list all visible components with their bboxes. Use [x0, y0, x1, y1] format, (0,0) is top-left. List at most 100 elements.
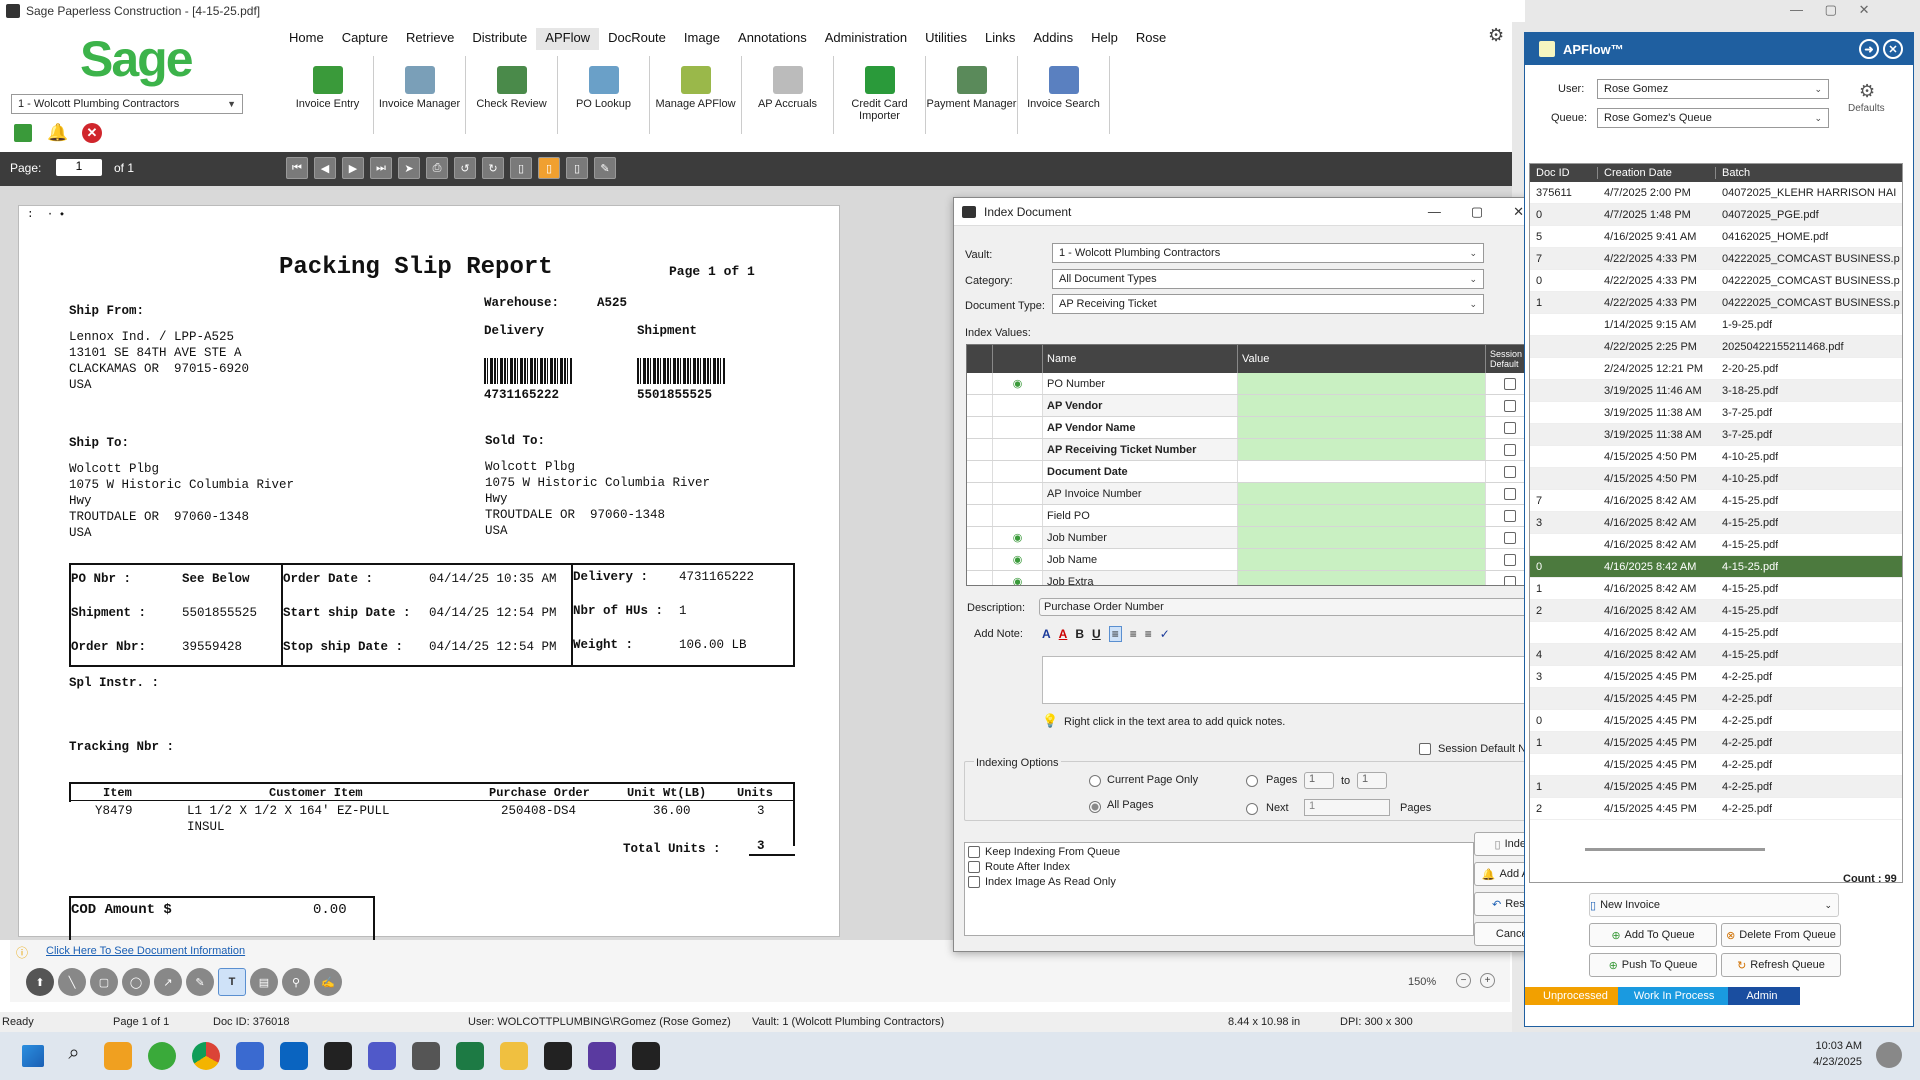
menu-administration[interactable]: Administration	[816, 28, 916, 50]
queue-row[interactable]: 4/15/2025 4:45 PM 4-2-25.pdf	[1530, 754, 1902, 776]
ribbon-payment-manager-button[interactable]: Payment Manager	[926, 56, 1018, 134]
align-right-icon[interactable]: ≡	[1145, 627, 1152, 641]
index-row[interactable]: Field PO	[967, 505, 1555, 527]
queue-row[interactable]: 1 4/15/2025 4:45 PM 4-2-25.pdf	[1530, 732, 1902, 754]
refresh-queue-button[interactable]: ↻ Refresh Queue	[1721, 953, 1841, 977]
row-selector[interactable]	[967, 373, 993, 394]
next-radio[interactable]	[1246, 803, 1258, 815]
session-default-checkbox[interactable]	[1503, 377, 1516, 390]
queue-row[interactable]: 5 4/16/2025 9:41 AM 04162025_HOME.pdf	[1530, 226, 1902, 248]
outlook-icon[interactable]	[280, 1042, 308, 1070]
index-row[interactable]: AP Vendor	[967, 395, 1555, 417]
queue-row[interactable]: 4 4/16/2025 8:42 AM 4-15-25.pdf	[1530, 644, 1902, 666]
ribbon-ap-accruals-button[interactable]: AP Accruals	[742, 56, 834, 134]
ribbon-invoice-manager-button[interactable]: Invoice Manager	[374, 56, 466, 134]
queue-row[interactable]: 3/19/2025 11:46 AM 3-18-25.pdf	[1530, 380, 1902, 402]
row-selector[interactable]	[967, 571, 993, 585]
save-icon[interactable]	[14, 124, 32, 142]
excel-icon[interactable]	[456, 1042, 484, 1070]
session-default-checkbox[interactable]	[1503, 553, 1516, 566]
next-page-icon[interactable]: ▶	[342, 157, 364, 179]
queue-row[interactable]: 4/16/2025 8:42 AM 4-15-25.pdf	[1530, 622, 1902, 644]
weather-icon[interactable]	[1876, 1042, 1902, 1068]
defaults-label[interactable]: Defaults	[1848, 103, 1885, 114]
session-default-notes-checkbox[interactable]	[1419, 743, 1431, 755]
session-default-checkbox[interactable]	[1503, 575, 1516, 585]
sage-paperless-icon[interactable]	[544, 1042, 572, 1070]
menu-links[interactable]: Links	[976, 28, 1024, 50]
session-default-checkbox[interactable]	[1503, 531, 1516, 544]
queue-row[interactable]: 4/15/2025 4:45 PM 4-2-25.pdf	[1530, 688, 1902, 710]
first-page-icon[interactable]: ⏮	[286, 157, 308, 179]
highlighter-tool-icon[interactable]: ✎	[186, 968, 214, 996]
session-default-checkbox[interactable]	[1503, 487, 1516, 500]
prev-page-icon[interactable]: ◀	[314, 157, 336, 179]
menu-docroute[interactable]: DocRoute	[599, 28, 675, 50]
index-row[interactable]: ◉ Job Number	[967, 527, 1555, 549]
ribbon-invoice-entry-button[interactable]: Invoice Entry	[282, 56, 374, 134]
queue-row[interactable]: 2 4/15/2025 4:45 PM 4-2-25.pdf	[1530, 798, 1902, 820]
rotate-left-icon[interactable]: ↺	[454, 157, 476, 179]
dlg-vault-select[interactable]: 1 - Wolcott Plumbing Contractors ⌄	[1052, 243, 1484, 263]
row-selector[interactable]	[967, 395, 993, 416]
vault-dropdown[interactable]: 1 - Wolcott Plumbing Contractors ▼	[11, 94, 243, 114]
ap-user-select[interactable]: Rose Gomez ⌄	[1597, 79, 1829, 99]
index-field-value[interactable]	[1237, 483, 1485, 504]
taskbar-app-icon[interactable]	[104, 1042, 132, 1070]
session-default-checkbox[interactable]	[1503, 509, 1516, 522]
page-add-icon[interactable]: ▯	[566, 157, 588, 179]
next-pages-stepper[interactable]: 1	[1304, 799, 1390, 816]
queue-row[interactable]: 3/19/2025 11:38 AM 3-7-25.pdf	[1530, 402, 1902, 424]
menu-distribute[interactable]: Distribute	[463, 28, 536, 50]
adobe-icon[interactable]	[632, 1042, 660, 1070]
new-invoice-dropdown[interactable]: ▯ New Invoice ⌄	[1589, 893, 1839, 917]
index-field-value[interactable]	[1237, 505, 1485, 526]
align-center-icon[interactable]: ≡	[1130, 627, 1137, 641]
document-info-link[interactable]: Click Here To See Document Information	[46, 945, 245, 957]
queue-row[interactable]: 3 4/15/2025 4:45 PM 4-2-25.pdf	[1530, 666, 1902, 688]
apflow-close-icon[interactable]: ✕	[1883, 39, 1903, 59]
delete-from-queue-button[interactable]: ⊗ Delete From Queue	[1721, 923, 1841, 947]
defaults-gear-icon[interactable]: ⚙	[1859, 81, 1875, 102]
queue-row[interactable]: 7 4/16/2025 8:42 AM 4-15-25.pdf	[1530, 490, 1902, 512]
pages-from-input[interactable]: 1	[1304, 772, 1334, 789]
file-explorer-icon[interactable]	[500, 1042, 528, 1070]
row-selector[interactable]	[967, 461, 993, 482]
ribbon-po-lookup-button[interactable]: PO Lookup	[558, 56, 650, 134]
stamp-tool-icon[interactable]: ⚲	[282, 968, 310, 996]
ribbon-invoice-search-button[interactable]: Invoice Search	[1018, 56, 1110, 134]
queue-row[interactable]: 0 4/7/2025 1:48 PM 04072025_PGE.pdf	[1530, 204, 1902, 226]
row-selector[interactable]	[967, 483, 993, 504]
spellcheck-icon[interactable]: ✓	[1160, 627, 1170, 641]
align-left-icon[interactable]: ≡	[1108, 626, 1122, 642]
font-color-icon[interactable]: A	[1059, 627, 1068, 641]
ribbon-check-review-button[interactable]: Check Review	[466, 56, 558, 134]
tab-work-in-process[interactable]: Work In Process	[1617, 987, 1729, 1005]
all-pages-radio[interactable]	[1089, 801, 1101, 813]
apflow-forward-icon[interactable]: ➜	[1859, 39, 1879, 59]
ap-queue-select[interactable]: Rose Gomez's Queue ⌄	[1597, 108, 1829, 128]
menu-utilities[interactable]: Utilities	[916, 28, 976, 50]
signature-tool-icon[interactable]: ✍	[314, 968, 342, 996]
search-icon[interactable]: ⌕	[60, 1042, 88, 1070]
pages-to-input[interactable]: 1	[1357, 772, 1387, 789]
arrow-tool-icon[interactable]: ↗	[154, 968, 182, 996]
text-tool-icon[interactable]: T	[218, 968, 246, 996]
dlg-doctype-select[interactable]: AP Receiving Ticket ⌄	[1052, 294, 1484, 314]
ribbon-manage-apflow-button[interactable]: Manage APFlow	[650, 56, 742, 134]
send-icon[interactable]: ➤	[398, 157, 420, 179]
queue-row[interactable]: 4/16/2025 8:42 AM 4-15-25.pdf	[1530, 534, 1902, 556]
index-field-value[interactable]	[1237, 549, 1485, 570]
ribbon-credit-card-importer-button[interactable]: Credit Card Importer	[834, 56, 926, 134]
row-selector[interactable]	[967, 417, 993, 438]
push-to-queue-button[interactable]: ⊕ Push To Queue	[1589, 953, 1717, 977]
queue-row[interactable]: 1 4/15/2025 4:45 PM 4-2-25.pdf	[1530, 776, 1902, 798]
window-controls[interactable]: — ▢ ✕	[1790, 2, 1870, 18]
spc-icon[interactable]	[324, 1042, 352, 1070]
session-default-checkbox[interactable]	[1503, 399, 1516, 412]
menu-capture[interactable]: Capture	[333, 28, 397, 50]
route-after-index-checkbox[interactable]	[968, 861, 980, 873]
bell-icon[interactable]: 🔔	[47, 123, 68, 143]
line-tool-icon[interactable]: ╲	[58, 968, 86, 996]
queue-row[interactable]: 4/15/2025 4:50 PM 4-10-25.pdf	[1530, 446, 1902, 468]
